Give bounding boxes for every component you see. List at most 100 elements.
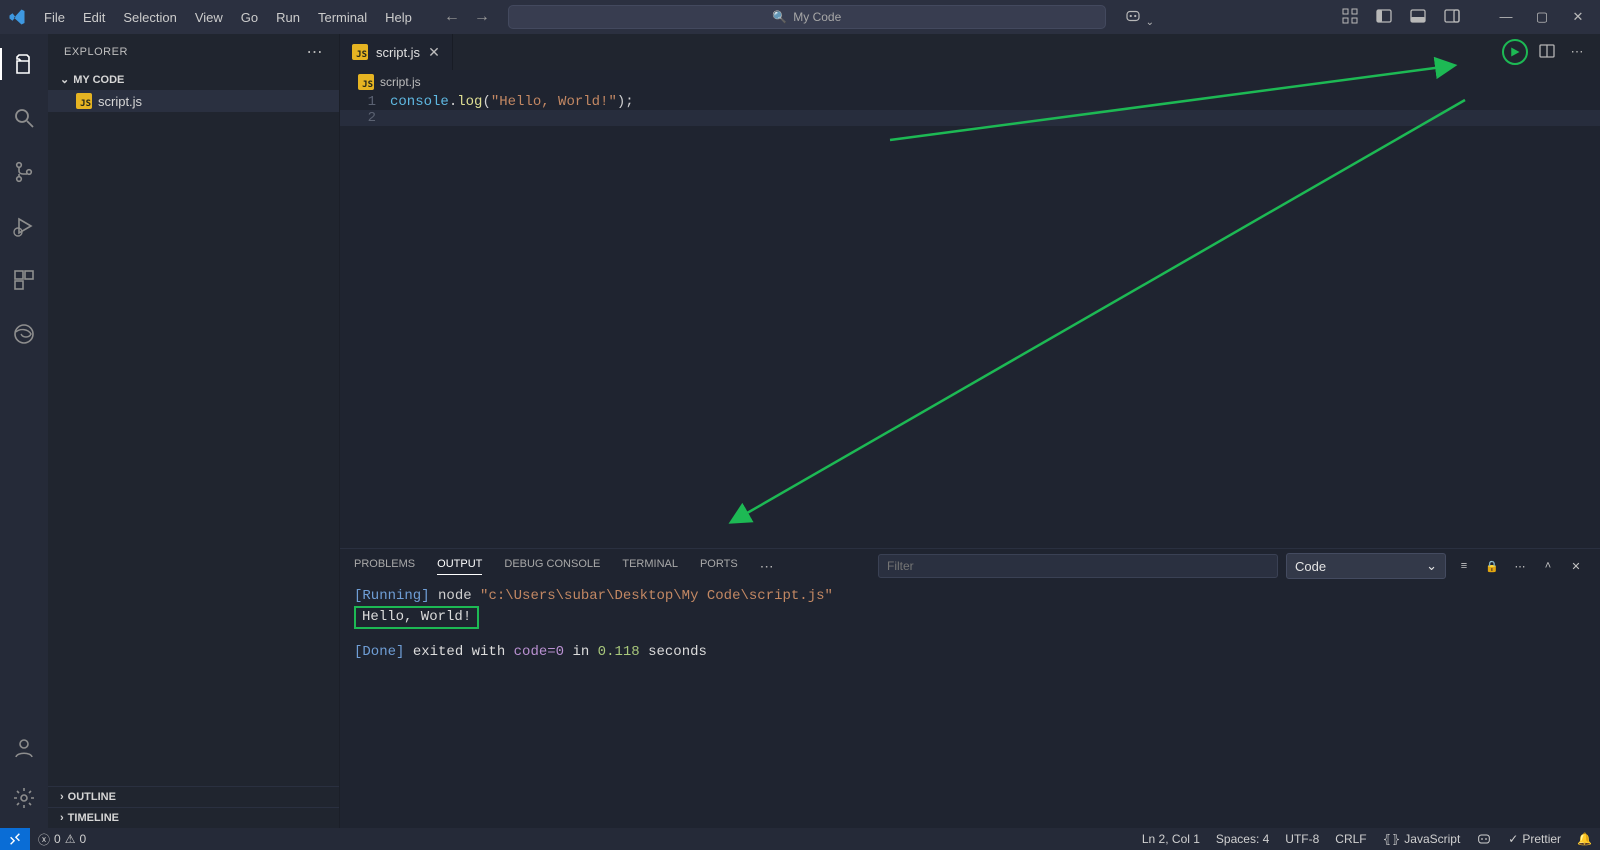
status-prettier[interactable]: ✓ Prettier [1500,831,1569,847]
panel-close-icon[interactable]: ✕ [1566,560,1586,573]
chevron-right-icon: › [60,791,64,803]
menu-selection[interactable]: Selection [115,6,184,29]
window-minimize-icon[interactable]: ― [1492,9,1520,25]
toggle-panel-icon[interactable] [1406,6,1430,29]
window-maximize-icon[interactable]: ▢ [1528,9,1556,25]
layout-customize-icon[interactable] [1338,6,1362,29]
editor-area: JS script.js ✕ ⋯ JS script.js 1 [340,34,1600,828]
explorer-file-name: script.js [98,94,142,109]
output-token: seconds [640,644,707,660]
activity-edge-tools-icon[interactable] [0,314,48,354]
nav-arrows: ← → [440,6,494,28]
toggle-primary-sidebar-icon[interactable] [1372,6,1396,29]
search-icon: 🔍 [772,10,787,24]
window-controls: ― ▢ ✕ [1492,9,1592,25]
titlebar-right: ⌄ ― ▢ ✕ [1120,5,1592,30]
explorer-file-scriptjs[interactable]: JS script.js [48,90,339,112]
token: "Hello, World!" [491,94,617,110]
timeline-label: TIMELINE [68,812,119,824]
output-line-highlighted: Hello, World! [354,606,1586,629]
token: . [449,94,457,110]
token: ( [482,94,490,110]
run-code-button[interactable] [1502,39,1528,65]
nav-back-icon[interactable]: ← [440,6,464,28]
output-channel-select[interactable]: Code ⌄ [1286,553,1446,579]
status-notifications-icon[interactable]: 🔔 [1569,831,1600,847]
editor-tabbar: JS script.js ✕ ⋯ [340,34,1600,70]
nav-forward-icon[interactable]: → [470,6,494,28]
output-token: node [430,588,480,604]
vscode-logo-icon [8,8,26,26]
outline-section[interactable]: › OUTLINE [48,786,339,807]
menu-file[interactable]: File [36,6,73,29]
more-editor-actions-icon[interactable]: ⋯ [1566,44,1588,60]
panel-maximize-icon[interactable]: ˄ [1538,560,1558,572]
js-file-icon: JS [76,93,92,109]
activity-settings-icon[interactable] [0,778,48,818]
window-close-icon[interactable]: ✕ [1564,9,1592,25]
explorer-more-icon[interactable]: ⋯ [307,42,324,62]
status-problems[interactable]: ⓧ0 ⚠0 [30,831,94,848]
status-bar: ⓧ0 ⚠0 Ln 2, Col 1 Spaces: 4 UTF-8 CRLF ⦃… [0,828,1600,850]
output-line: [Done] exited with code=0 in 0.118 secon… [354,643,1586,662]
activity-source-control-icon[interactable] [0,152,48,192]
remote-indicator[interactable] [0,828,30,850]
panel-more-icon[interactable]: ⋯ [760,558,774,575]
split-editor-icon[interactable] [1536,43,1558,62]
output-wrap-icon[interactable]: ≡ [1454,560,1474,572]
activity-run-debug-icon[interactable] [0,206,48,246]
command-center[interactable]: 🔍 My Code [508,5,1106,29]
tab-output[interactable]: OUTPUT [437,558,482,575]
status-indentation[interactable]: Spaces: 4 [1208,831,1277,847]
warning-icon: ⚠ [65,832,76,846]
status-cursor-position[interactable]: Ln 2, Col 1 [1134,831,1208,847]
line-number: 1 [340,94,390,110]
output-token: code=0 [514,644,564,660]
status-language-mode[interactable]: ⦃⦄ JavaScript [1375,831,1469,847]
tab-problems[interactable]: PROBLEMS [354,558,415,574]
token: ); [617,94,634,110]
js-file-icon: JS [352,44,368,60]
toggle-secondary-sidebar-icon[interactable] [1440,6,1464,29]
editor-tab-scriptjs[interactable]: JS script.js ✕ [340,34,453,70]
activity-search-icon[interactable] [0,98,48,138]
tab-debug-console[interactable]: DEBUG CONSOLE [504,558,600,574]
menu-go[interactable]: Go [233,6,266,29]
output-token: 0.118 [598,644,640,660]
explorer-header: EXPLORER ⋯ [48,34,339,69]
tab-ports[interactable]: PORTS [700,558,738,574]
breadcrumb-text: script.js [380,75,421,89]
breadcrumb[interactable]: JS script.js [340,70,1600,94]
output-lock-icon[interactable]: 🔒 [1482,560,1502,573]
menu-run[interactable]: Run [268,6,308,29]
timeline-section[interactable]: › TIMELINE [48,807,339,828]
activity-bar [0,34,48,828]
braces-icon: ⦃⦄ [1383,832,1401,846]
menu-terminal[interactable]: Terminal [310,6,375,29]
close-tab-icon[interactable]: ✕ [428,44,440,61]
menu-help[interactable]: Help [377,6,420,29]
copilot-icon[interactable]: ⌄ [1120,5,1158,30]
explorer-folder[interactable]: ⌄ MY CODE [48,69,339,90]
bottom-panel: PROBLEMS OUTPUT DEBUG CONSOLE TERMINAL P… [340,548,1600,828]
menu-edit[interactable]: Edit [75,6,113,29]
output-filter-input[interactable] [878,554,1278,578]
activity-explorer-icon[interactable] [0,44,48,84]
output-token: exited with [404,644,513,660]
output-more-icon[interactable]: ⋯ [1510,560,1530,573]
status-copilot-icon[interactable] [1468,831,1500,847]
check-icon: ✓ [1508,832,1518,846]
status-eol[interactable]: CRLF [1327,831,1374,847]
chevron-down-icon: ⌄ [1426,558,1437,574]
activity-accounts-icon[interactable] [0,728,48,768]
code-editor[interactable]: 1 console.log("Hello, World!"); 2 [340,94,1600,548]
token: log [457,94,482,110]
activity-extensions-icon[interactable] [0,260,48,300]
panel-tabs: PROBLEMS OUTPUT DEBUG CONSOLE TERMINAL P… [340,549,1600,583]
token: console [390,94,449,110]
status-encoding[interactable]: UTF-8 [1277,831,1327,847]
output-body[interactable]: [Running] node "c:\Users\subar\Desktop\M… [340,583,1600,828]
menu-view[interactable]: View [187,6,231,29]
explorer-sidebar: EXPLORER ⋯ ⌄ MY CODE JS script.js › OUTL… [48,34,340,828]
tab-terminal[interactable]: TERMINAL [622,558,678,574]
